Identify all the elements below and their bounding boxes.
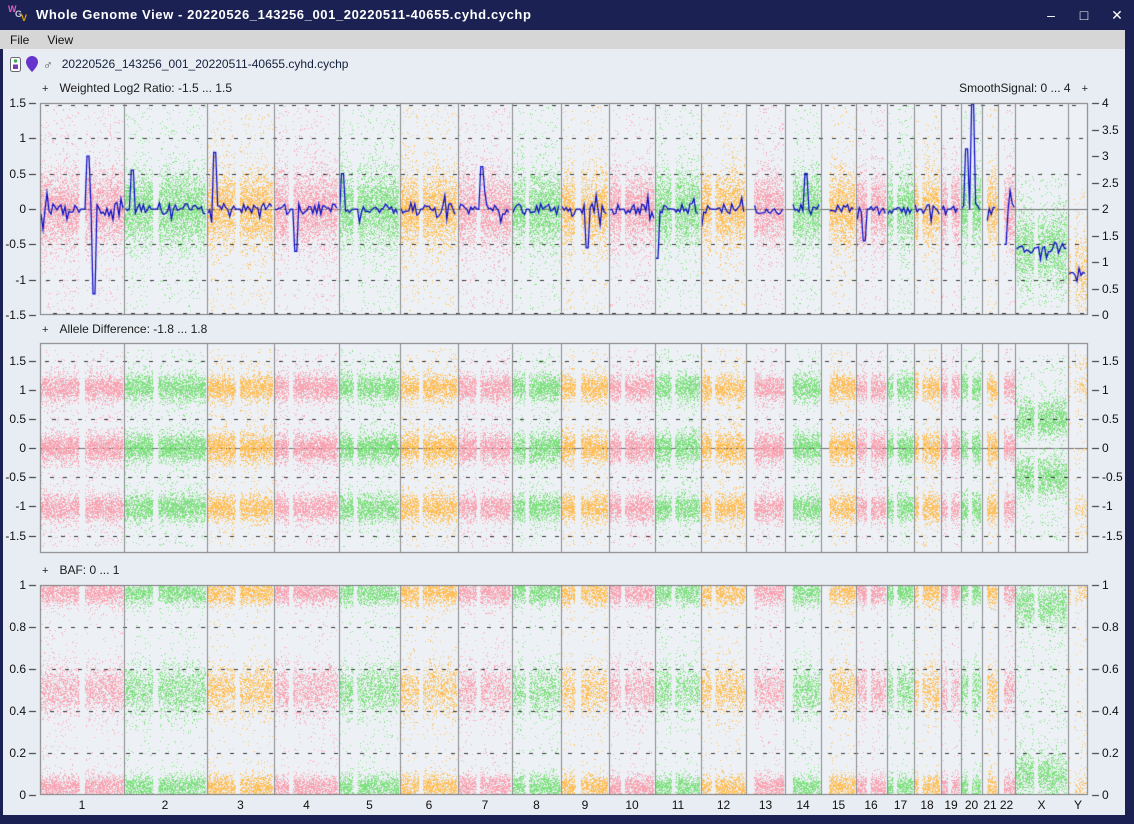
panel-title-weighted-log2: Weighted Log2 Ratio: -1.5 ... 1.5 bbox=[59, 81, 232, 95]
window-controls: – □ ✕ bbox=[1044, 0, 1124, 30]
y-axis-tick-label-right: 0.6 bbox=[1102, 662, 1119, 676]
chromosome-label: 20 bbox=[964, 798, 979, 812]
chromosome-label: 17 bbox=[893, 798, 908, 812]
panel-title-baf: BAF: 0 ... 1 bbox=[59, 563, 120, 577]
expand-icon[interactable]: + bbox=[42, 83, 48, 95]
y-axis-tick-label-left: -1 bbox=[15, 273, 26, 287]
y-axis-tick-label-left: 0.6 bbox=[9, 662, 26, 676]
y-axis-tick-label-left: 1 bbox=[19, 383, 26, 397]
sample-marker-icon bbox=[26, 56, 38, 72]
chromosome-label: 13 bbox=[758, 798, 773, 812]
y-axis-tick-label-right: -1.5 bbox=[1102, 529, 1123, 543]
right-axis-title-smoothsignal: SmoothSignal: 0 ... 4 bbox=[959, 81, 1071, 95]
y-axis-tick-label-right: 1.5 bbox=[1102, 354, 1119, 368]
y-axis-tick-label-left: 1.5 bbox=[9, 96, 26, 110]
chromosome-label: 2 bbox=[161, 798, 169, 812]
y-axis-tick-label-left: 0.8 bbox=[9, 620, 26, 634]
y-axis-tick-label-right: 0.4 bbox=[1102, 704, 1119, 718]
y-axis-tick-label-right: 2.5 bbox=[1102, 176, 1119, 190]
chromosome-label: 5 bbox=[366, 798, 373, 812]
genome-plot-canvas[interactable] bbox=[0, 0, 1134, 824]
y-axis-tick-label-left: -1.5 bbox=[5, 308, 26, 322]
expand-icon[interactable]: + bbox=[42, 324, 48, 336]
maximize-button[interactable]: □ bbox=[1077, 0, 1091, 30]
title-bar: W G V Whole Genome View - 20220526_14325… bbox=[0, 0, 1134, 30]
array-chip-icon bbox=[10, 56, 21, 72]
chromosome-label: 22 bbox=[999, 798, 1014, 812]
chromosome-label: 9 bbox=[581, 798, 589, 812]
y-axis-tick-label-left: -1.5 bbox=[5, 529, 26, 543]
chromosome-label: 6 bbox=[425, 798, 433, 812]
y-axis-tick-label-right: 0.5 bbox=[1102, 412, 1119, 426]
window-title: Whole Genome View - 20220526_143256_001_… bbox=[36, 7, 532, 22]
chromosome-label: 1 bbox=[78, 798, 86, 812]
y-axis-tick-label-right: 0.2 bbox=[1102, 746, 1119, 760]
menu-file[interactable]: File bbox=[0, 33, 38, 47]
y-axis-tick-label-right: 3.5 bbox=[1102, 123, 1119, 137]
y-axis-tick-label-left: 1.5 bbox=[9, 354, 26, 368]
y-axis-tick-label-right: 4 bbox=[1102, 96, 1109, 110]
expand-icon[interactable]: + bbox=[1082, 83, 1088, 95]
panel-header-smoothsignal: SmoothSignal: 0 ... 4 + bbox=[800, 81, 1088, 95]
chromosome-label: 19 bbox=[944, 798, 958, 812]
y-axis-tick-label-right: 0.5 bbox=[1102, 282, 1119, 296]
y-axis-tick-label-left: 0.4 bbox=[9, 704, 26, 718]
y-axis-tick-label-right: -1 bbox=[1102, 499, 1113, 513]
chromosome-label: 21 bbox=[983, 798, 997, 812]
chromosome-label: 14 bbox=[796, 798, 810, 812]
chromosome-label: 7 bbox=[481, 798, 489, 812]
y-axis-tick-label-right: 1 bbox=[1102, 578, 1109, 592]
chromosome-label: 16 bbox=[864, 798, 878, 812]
y-axis-tick-label-right: 0 bbox=[1102, 788, 1109, 802]
chromosome-label: 4 bbox=[303, 798, 310, 812]
sample-filename[interactable]: 20220526_143256_001_20220511-40655.cyhd.… bbox=[62, 57, 349, 71]
app-icon-letter-v: V bbox=[21, 13, 28, 23]
y-axis-tick-label-right: 1 bbox=[1102, 255, 1109, 269]
y-axis-tick-label-left: -0.5 bbox=[5, 237, 26, 251]
y-axis-tick-label-left: 0.5 bbox=[9, 412, 26, 426]
y-axis-tick-label-left: 1 bbox=[19, 131, 26, 145]
y-axis-tick-label-right: 1 bbox=[1102, 383, 1109, 397]
y-axis-tick-label-right: 0 bbox=[1102, 308, 1109, 322]
chromosome-label: 15 bbox=[831, 798, 846, 812]
male-sex-icon: ♂ bbox=[43, 56, 53, 72]
chromosome-label: 12 bbox=[716, 798, 731, 812]
minimize-button[interactable]: – bbox=[1044, 0, 1058, 30]
panel-title-allele-difference: Allele Difference: -1.8 ... 1.8 bbox=[59, 322, 208, 336]
close-button[interactable]: ✕ bbox=[1110, 0, 1124, 30]
y-axis-tick-label-left: 0 bbox=[19, 788, 26, 802]
chromosome-label: 18 bbox=[920, 798, 934, 812]
panel-header-weighted-log2: + Weighted Log2 Ratio: -1.5 ... 1.5 bbox=[42, 81, 232, 95]
y-axis-tick-label-left: -0.5 bbox=[5, 470, 26, 484]
y-axis-tick-label-right: 2 bbox=[1102, 202, 1109, 216]
y-axis-tick-label-left: 0.2 bbox=[9, 746, 26, 760]
y-axis-tick-label-left: 0 bbox=[19, 202, 26, 216]
chromosome-label: 10 bbox=[625, 798, 639, 812]
app-icon: W G V bbox=[8, 4, 32, 26]
menu-view[interactable]: View bbox=[38, 33, 82, 47]
chromosome-label: X bbox=[1037, 798, 1046, 812]
expand-icon[interactable]: + bbox=[42, 565, 48, 577]
chromosome-label: 8 bbox=[533, 798, 540, 812]
y-axis-tick-label-right: 1.5 bbox=[1102, 229, 1119, 243]
chromosome-label: 11 bbox=[671, 798, 685, 812]
chromosome-label: Y bbox=[1073, 798, 1082, 812]
panel-header-baf: + BAF: 0 ... 1 bbox=[42, 563, 119, 577]
y-axis-tick-label-left: 1 bbox=[19, 578, 26, 592]
menu-bar: File View bbox=[0, 30, 1125, 49]
sample-row: ♂ 20220526_143256_001_20220511-40655.cyh… bbox=[10, 52, 348, 76]
y-axis-tick-label-left: 0 bbox=[19, 441, 26, 455]
y-axis-tick-label-right: -0.5 bbox=[1102, 470, 1123, 484]
chromosome-label: 3 bbox=[237, 798, 244, 812]
y-axis-tick-label-right: 0.8 bbox=[1102, 620, 1119, 634]
y-axis-tick-label-right: 0 bbox=[1102, 441, 1109, 455]
y-axis-tick-label-right: 3 bbox=[1102, 149, 1109, 163]
y-axis-tick-label-left: -1 bbox=[15, 499, 26, 513]
panel-header-allele-difference: + Allele Difference: -1.8 ... 1.8 bbox=[42, 322, 207, 336]
y-axis-tick-label-left: 0.5 bbox=[9, 167, 26, 181]
